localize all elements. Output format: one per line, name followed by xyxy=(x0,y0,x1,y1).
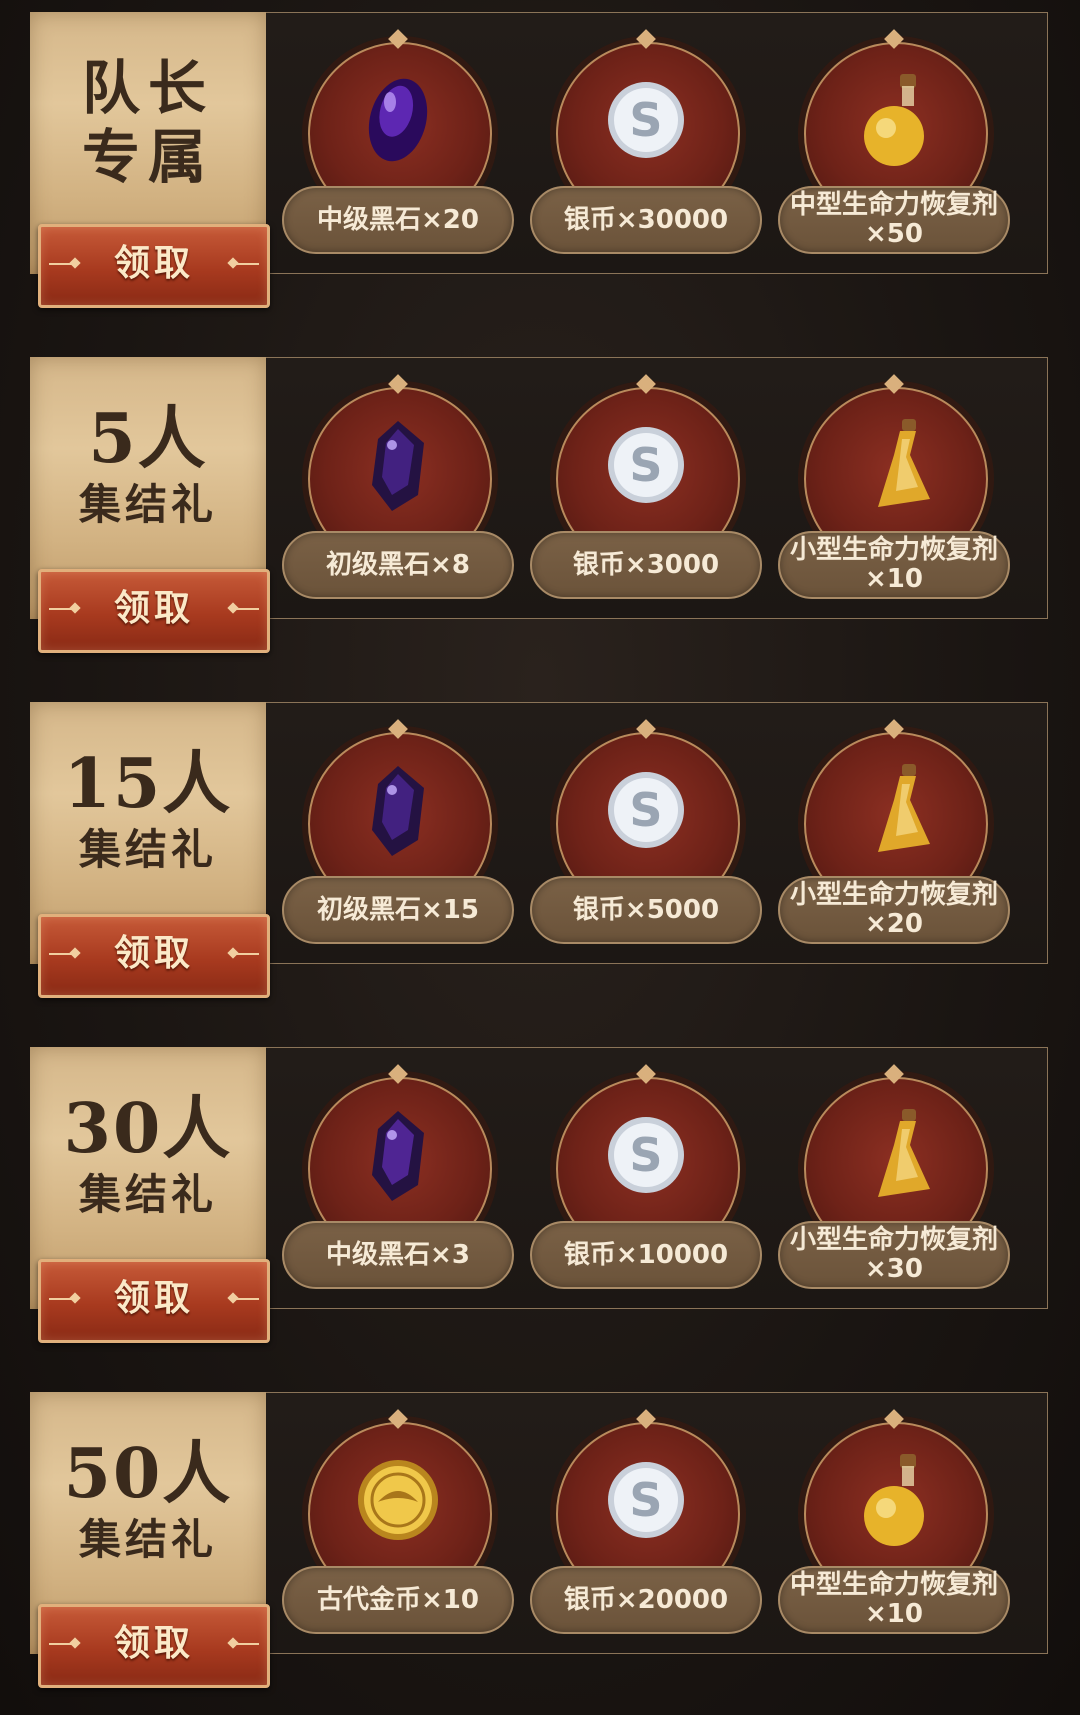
tier-title-line1: 50人 xyxy=(63,1434,233,1514)
reward-item: 中型生命力恢复剂×50 xyxy=(776,29,1016,272)
claim-button-label: 领取 xyxy=(113,587,194,629)
reward-item: S 银币×20000 xyxy=(528,1409,768,1652)
silver-coin-icon: S xyxy=(608,1117,684,1193)
tier-title-line1: 15人 xyxy=(63,744,233,824)
reward-item: 小型生命力恢复剂×20 xyxy=(776,719,1016,962)
black-stone-basic-icon xyxy=(372,421,424,511)
svg-text:S: S xyxy=(629,1128,662,1182)
reward-name: 古代金币×10 xyxy=(282,1566,514,1634)
reward-item: S 银币×5000 xyxy=(528,719,768,962)
reward-item: 小型生命力恢复剂×10 xyxy=(776,374,1016,617)
claim-button[interactable]: 领取 xyxy=(38,914,270,998)
reward-name: 中型生命力恢复剂×10 xyxy=(778,1566,1010,1634)
tier-title-line2: 集结礼 xyxy=(78,1515,217,1565)
tier-title-line2: 集结礼 xyxy=(78,825,217,875)
silver-coin-icon: S xyxy=(608,427,684,503)
claim-button[interactable]: 领取 xyxy=(38,224,270,308)
svg-text:S: S xyxy=(629,783,662,837)
tier-title: 15人 集结礼 xyxy=(30,746,266,873)
tier-title-line1: 30人 xyxy=(63,1089,233,1169)
reward-list: 队长 专属 领取 中级黑石×20 S 银币×30000 中型生命力恢复剂×50 … xyxy=(0,0,1080,1715)
reward-item: 中级黑石×3 xyxy=(280,1064,520,1307)
reward-name: 银币×30000 xyxy=(530,186,762,254)
hp-potion-mid-icon xyxy=(864,1454,924,1546)
reward-name: 中级黑石×3 xyxy=(282,1221,514,1289)
reward-row-5: 5人 集结礼 领取 初级黑石×8 S 银币×3000 小型生命力恢复剂×10 xyxy=(30,357,1048,653)
reward-name: 初级黑石×15 xyxy=(282,876,514,944)
reward-item: S 银币×3000 xyxy=(528,374,768,617)
reward-item: 初级黑石×15 xyxy=(280,719,520,962)
svg-text:S: S xyxy=(629,438,662,492)
reward-row-leader: 队长 专属 领取 中级黑石×20 S 银币×30000 中型生命力恢复剂×50 xyxy=(30,12,1048,308)
reward-name: 银币×20000 xyxy=(530,1566,762,1634)
tier-title-line1: 队长 xyxy=(81,54,214,122)
black-stone-mid-icon xyxy=(368,78,428,162)
claim-button-label: 领取 xyxy=(113,242,194,284)
silver-coin-icon: S xyxy=(608,1462,684,1538)
reward-row-15: 15人 集结礼 领取 初级黑石×15 S 银币×5000 小型生命力恢复剂×20 xyxy=(30,702,1048,998)
reward-item: 中级黑石×20 xyxy=(280,29,520,272)
hp-potion-small-icon xyxy=(878,764,930,852)
claim-button[interactable]: 领取 xyxy=(38,1259,270,1343)
reward-name: 小型生命力恢复剂×10 xyxy=(778,531,1010,599)
reward-row-50: 50人 集结礼 领取 古代金币×10 S 银币×20000 中型生命力恢复剂×1… xyxy=(30,1392,1048,1688)
claim-button[interactable]: 领取 xyxy=(38,1604,270,1688)
ancient-gold-coin-icon xyxy=(358,1460,438,1540)
tier-title: 队长 专属 xyxy=(30,56,266,190)
tier-title-line1: 5人 xyxy=(88,399,208,479)
claim-button-label: 领取 xyxy=(113,1277,194,1319)
reward-name: 银币×3000 xyxy=(530,531,762,599)
tier-title: 50人 集结礼 xyxy=(30,1436,266,1563)
silver-coin-icon: S xyxy=(608,772,684,848)
hp-potion-small-icon xyxy=(878,1109,930,1197)
tier-title-line2: 专属 xyxy=(81,122,214,191)
svg-text:S: S xyxy=(629,93,662,147)
reward-row-30: 30人 集结礼 领取 中级黑石×3 S 银币×10000 小型生命力恢复剂×30 xyxy=(30,1047,1048,1343)
claim-button-label: 领取 xyxy=(113,1622,194,1664)
tier-title-line2: 集结礼 xyxy=(78,480,217,530)
silver-coin-icon: S xyxy=(608,82,684,158)
tier-title-line2: 集结礼 xyxy=(78,1170,217,1220)
reward-item: 初级黑石×8 xyxy=(280,374,520,617)
reward-name: 银币×10000 xyxy=(530,1221,762,1289)
reward-name: 中级黑石×20 xyxy=(282,186,514,254)
reward-item: S 银币×10000 xyxy=(528,1064,768,1307)
svg-text:S: S xyxy=(629,1473,662,1527)
reward-name: 中型生命力恢复剂×50 xyxy=(778,186,1010,254)
reward-name: 小型生命力恢复剂×30 xyxy=(778,1221,1010,1289)
black-stone-basic-icon xyxy=(372,766,424,856)
claim-button[interactable]: 领取 xyxy=(38,569,270,653)
tier-title: 30人 集结礼 xyxy=(30,1091,266,1218)
tier-title: 5人 集结礼 xyxy=(30,401,266,528)
hp-potion-mid-icon xyxy=(864,74,924,166)
hp-potion-small-icon xyxy=(878,419,930,507)
reward-name: 初级黑石×8 xyxy=(282,531,514,599)
claim-button-label: 领取 xyxy=(113,932,194,974)
reward-item: 小型生命力恢复剂×30 xyxy=(776,1064,1016,1307)
reward-item: 中型生命力恢复剂×10 xyxy=(776,1409,1016,1652)
reward-item: S 银币×30000 xyxy=(528,29,768,272)
reward-item: 古代金币×10 xyxy=(280,1409,520,1652)
reward-name: 小型生命力恢复剂×20 xyxy=(778,876,1010,944)
black-stone-mid-icon xyxy=(372,1111,424,1201)
reward-name: 银币×5000 xyxy=(530,876,762,944)
